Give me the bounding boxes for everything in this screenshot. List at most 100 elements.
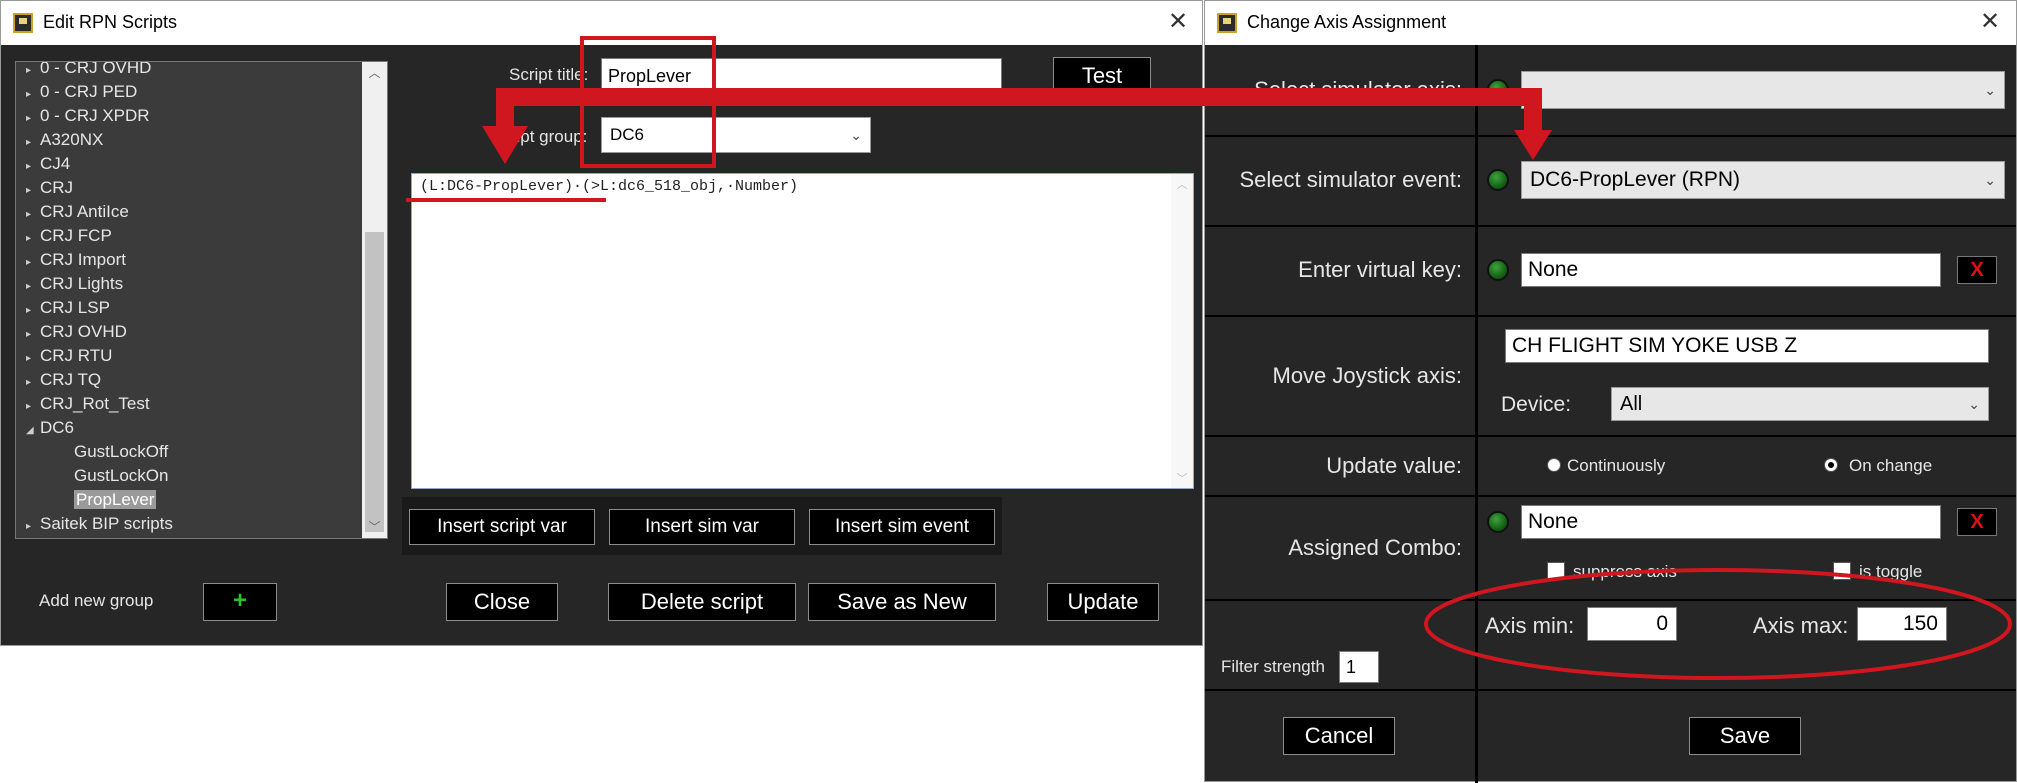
insert-sim-event-button[interactable]: Insert sim event — [809, 509, 995, 545]
script-title-input[interactable]: PropLever — [601, 58, 1002, 94]
tree-item[interactable]: ▸ CRJ FCP — [26, 226, 112, 250]
collapsed-arrow-icon[interactable]: ▸ — [26, 305, 40, 316]
collapsed-arrow-icon[interactable]: ▸ — [26, 137, 40, 148]
virtual-key-label: Enter virtual key: — [1298, 257, 1462, 282]
tree-item[interactable]: GustLockOff — [74, 442, 168, 466]
tree-item[interactable]: ▸ CJ4 — [26, 154, 70, 178]
axis-close-icon[interactable]: ✕ — [1975, 7, 2005, 37]
update-button[interactable]: Update — [1047, 583, 1159, 621]
tree-item[interactable]: ▸ CRJ Import — [26, 250, 126, 274]
tree-item[interactable]: GustLockOn — [74, 466, 169, 490]
select-event-dropdown[interactable]: DC6-PropLever (RPN) ⌄ — [1521, 161, 2005, 199]
grid-column-divider — [1475, 45, 1478, 783]
tree-item[interactable]: ▸ CRJ LSP — [26, 298, 110, 322]
tree-item[interactable]: ▸ CRJ Lights — [26, 274, 123, 298]
joystick-axis-label: Move Joystick axis: — [1272, 363, 1463, 388]
script-title-label: Script title: — [509, 65, 589, 84]
axis-min-input[interactable]: 0 — [1587, 607, 1677, 641]
tree-item[interactable]: ◢ DC6 — [26, 418, 74, 442]
insert-sim-var-button[interactable]: Insert sim var — [609, 509, 795, 545]
is-toggle-checkbox[interactable] — [1833, 562, 1851, 580]
collapsed-arrow-icon[interactable]: ▸ — [26, 185, 40, 196]
save-button[interactable]: Save — [1689, 717, 1801, 755]
script-tree[interactable]: ▸ 0 - CRJ OVHD ▸ 0 - CRJ PED ▸ 0 - CRJ XPDR ▸ A… — [15, 61, 388, 539]
tree-item[interactable]: PropLever — [74, 490, 157, 514]
tree-item[interactable]: ▸ CRJ — [26, 178, 73, 202]
is-toggle-label: is toggle — [1859, 562, 1923, 581]
tree-item[interactable]: ▸ CRJ RTU — [26, 346, 112, 370]
cancel-button[interactable]: Cancel — [1283, 717, 1395, 755]
assigned-combo-input[interactable]: None — [1521, 505, 1941, 539]
save-as-new-button[interactable]: Save as New — [808, 583, 996, 621]
device-select[interactable]: All ⌄ — [1611, 387, 1989, 421]
editor-scrollbar[interactable]: ︿ ﹀ — [1171, 174, 1193, 488]
axis-min-label: Axis min: — [1485, 613, 1575, 638]
select-event-label: Select simulator event: — [1239, 167, 1462, 192]
tree-item-label: 0 - CRJ XPDR — [40, 106, 150, 125]
collapsed-arrow-icon[interactable]: ▸ — [26, 113, 40, 124]
edit-rpn-scripts-window: Edit RPN Scripts ✕ ▸ 0 - CRJ OVHD ▸ 0 - CRJ… — [0, 0, 1203, 646]
collapsed-arrow-icon[interactable]: ▸ — [26, 209, 40, 220]
collapsed-arrow-icon[interactable]: ▸ — [26, 521, 40, 532]
tree-item-label: 0 - CRJ PED — [40, 82, 138, 101]
tree-item-label: CRJ FCP — [40, 226, 112, 245]
collapsed-arrow-icon[interactable]: ▸ — [26, 161, 40, 172]
add-group-button[interactable]: + — [203, 583, 277, 621]
collapsed-arrow-icon[interactable]: ▸ — [26, 377, 40, 388]
script-group-value: DC6 — [610, 125, 645, 144]
rpn-window-title: Edit RPN Scripts — [43, 12, 178, 32]
tree-scrollbar[interactable]: ︿ ﹀ — [362, 62, 387, 538]
tree-item[interactable]: ▸ CRJ TQ — [26, 370, 101, 394]
collapsed-arrow-icon[interactable]: ▸ — [26, 89, 40, 100]
delete-script-button[interactable]: Delete script — [608, 583, 796, 621]
tree-item-label: CJ4 — [40, 154, 71, 173]
editor-scroll-up-icon[interactable]: ︿ — [1171, 176, 1193, 192]
tree-item[interactable]: ▸ 0 - CRJ XPDR — [26, 106, 150, 130]
clear-combo-icon[interactable]: X — [1957, 508, 1997, 536]
collapsed-arrow-icon[interactable]: ▸ — [26, 65, 40, 76]
scroll-down-icon[interactable]: ﹀ — [362, 516, 387, 538]
test-button[interactable]: Test — [1053, 57, 1151, 95]
tree-item[interactable]: ▸ CRJ OVHD — [26, 322, 127, 346]
tree-item-label: CRJ OVHD — [40, 322, 127, 341]
close-button[interactable]: Close — [446, 583, 558, 621]
insert-script-var-button[interactable]: Insert script var — [409, 509, 595, 545]
clear-virtual-key-icon[interactable]: X — [1957, 256, 1997, 284]
scroll-up-icon[interactable]: ︿ — [362, 62, 387, 84]
device-label: Device: — [1501, 393, 1572, 416]
axis-app-icon — [1217, 13, 1237, 33]
update-value-label: Update value: — [1326, 453, 1462, 478]
collapsed-arrow-icon[interactable]: ▸ — [26, 233, 40, 244]
expanded-arrow-icon[interactable]: ◢ — [26, 425, 40, 436]
filter-strength-input[interactable]: 1 — [1339, 651, 1379, 683]
axis-max-input[interactable]: 150 — [1857, 607, 1947, 641]
script-group-select[interactable]: DC6 ⌄ — [601, 117, 871, 153]
tree-item[interactable]: ▸ Saitek BIP scripts — [26, 514, 173, 538]
collapsed-arrow-icon[interactable]: ▸ — [26, 329, 40, 340]
tree-item[interactable]: ▸ CRJ_Rot_Test — [26, 394, 150, 418]
suppress-axis-checkbox[interactable] — [1547, 562, 1565, 580]
joystick-axis-input[interactable]: CH FLIGHT SIM YOKE USB Z — [1505, 329, 1989, 363]
grid-row-line — [1205, 599, 2016, 601]
collapsed-arrow-icon[interactable]: ▸ — [26, 353, 40, 364]
editor-scroll-down-icon[interactable]: ﹀ — [1171, 470, 1193, 486]
tree-item[interactable]: ▸ 0 - CRJ OVHD — [26, 62, 151, 82]
axis-titlebar: Change Axis Assignment ✕ — [1205, 1, 2016, 45]
scroll-thumb[interactable] — [365, 232, 384, 532]
continuously-radio[interactable] — [1547, 458, 1561, 472]
select-axis-dropdown[interactable]: ⌄ — [1521, 71, 2005, 109]
collapsed-arrow-icon[interactable]: ▸ — [26, 401, 40, 412]
grid-row-line — [1205, 315, 2016, 317]
collapsed-arrow-icon[interactable]: ▸ — [26, 257, 40, 268]
select-axis-label: Select simulator axis: — [1254, 77, 1462, 102]
on-change-radio[interactable] — [1824, 458, 1838, 472]
tree-item[interactable]: ▸ 0 - CRJ PED — [26, 82, 137, 106]
app-icon — [13, 13, 33, 33]
tree-item-label: CRJ AntiIce — [40, 202, 129, 221]
tree-item[interactable]: ▸ CRJ AntiIce — [26, 202, 129, 226]
close-icon[interactable]: ✕ — [1163, 7, 1193, 37]
virtual-key-input[interactable]: None — [1521, 253, 1941, 287]
tree-item[interactable]: ▸ A320NX — [26, 130, 103, 154]
script-editor[interactable]: (L:DC6-PropLever)·(>L:dc6_518_obj,·Numbe… — [411, 173, 1194, 489]
collapsed-arrow-icon[interactable]: ▸ — [26, 281, 40, 292]
